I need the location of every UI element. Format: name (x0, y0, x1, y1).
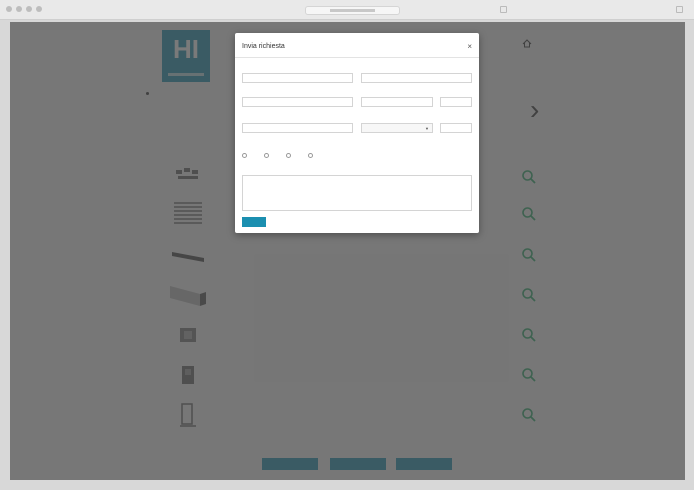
cognome-field[interactable] (361, 73, 472, 83)
nome-field[interactable] (242, 73, 353, 83)
email-field[interactable] (242, 123, 353, 133)
provincia-field[interactable] (440, 97, 472, 107)
note-textarea[interactable] (242, 175, 472, 211)
radio-option-3[interactable] (286, 153, 294, 158)
radio-icon (264, 153, 269, 158)
request-modal: Invia richiesta × ▼ (235, 33, 479, 233)
close-icon[interactable]: × (467, 42, 472, 51)
radio-icon (308, 153, 313, 158)
browser-toolbar (0, 0, 694, 20)
radio-option-1[interactable] (242, 153, 250, 158)
nazione-select[interactable]: ▼ (361, 123, 433, 133)
window-controls[interactable] (6, 6, 42, 12)
sidebar-icon[interactable] (676, 6, 683, 13)
modal-title: Invia richiesta (242, 43, 285, 50)
radio-icon (286, 153, 291, 158)
address-bar[interactable] (305, 6, 400, 15)
modal-divider (235, 57, 479, 58)
radio-option-4[interactable] (308, 153, 316, 158)
citta-field[interactable] (361, 97, 433, 107)
chevron-down-icon: ▼ (425, 126, 429, 131)
radio-option-2[interactable] (264, 153, 272, 158)
radio-icon (242, 153, 247, 158)
share-icon[interactable] (500, 6, 507, 13)
send-button[interactable] (242, 217, 266, 227)
indirizzo-field[interactable] (242, 97, 353, 107)
cap-field[interactable] (440, 123, 472, 133)
radio-group (242, 153, 316, 158)
